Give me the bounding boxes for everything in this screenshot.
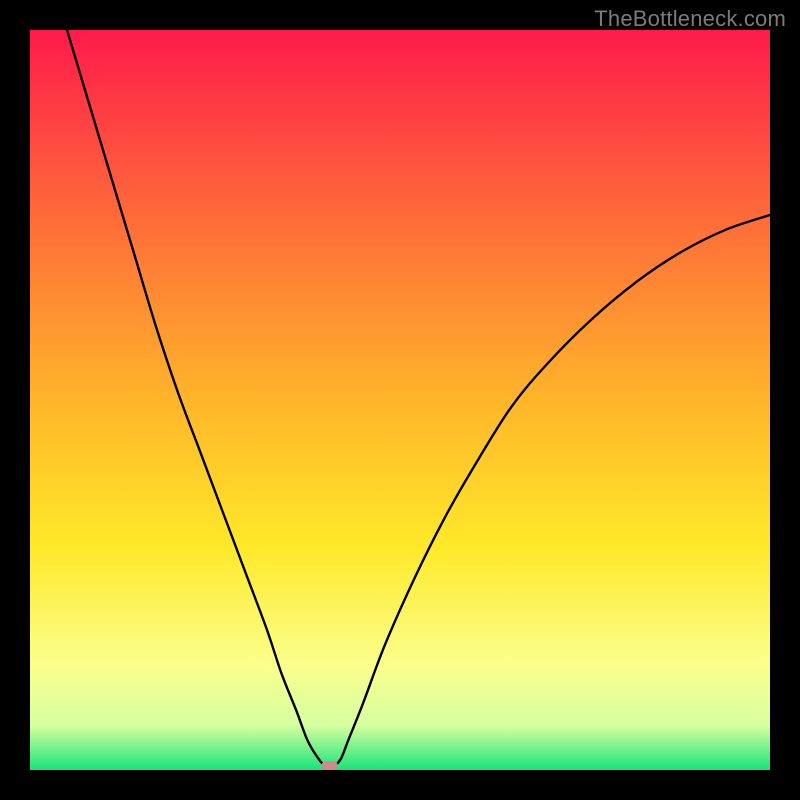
chart-svg [30,30,770,770]
chart-background [30,30,770,770]
chart-frame: TheBottleneck.com [0,0,800,800]
marker-dot [322,761,338,770]
plot-area [30,30,770,770]
watermark-text: TheBottleneck.com [594,6,786,32]
